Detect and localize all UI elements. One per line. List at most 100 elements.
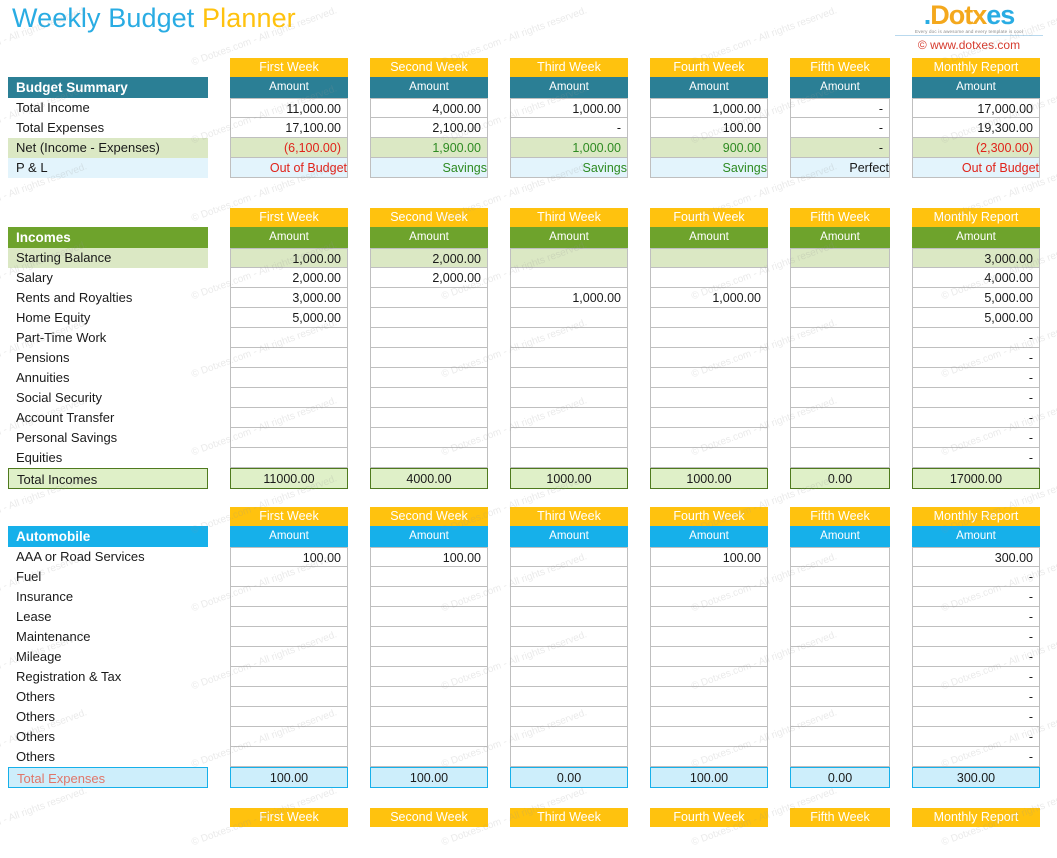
value-cell[interactable]: 3,000.00 bbox=[230, 288, 348, 308]
value-cell[interactable] bbox=[370, 647, 488, 667]
value-cell[interactable] bbox=[650, 388, 768, 408]
value-cell[interactable] bbox=[510, 587, 628, 607]
value-cell[interactable]: 11,000.00 bbox=[230, 98, 348, 118]
total-value-cell[interactable]: 300.00 bbox=[912, 767, 1040, 788]
value-cell[interactable]: 100.00 bbox=[650, 547, 768, 567]
value-cell[interactable]: 1,000.00 bbox=[510, 98, 628, 118]
value-cell[interactable] bbox=[790, 288, 890, 308]
value-cell[interactable] bbox=[650, 627, 768, 647]
value-cell[interactable] bbox=[370, 687, 488, 707]
value-cell[interactable] bbox=[790, 727, 890, 747]
value-cell[interactable] bbox=[790, 667, 890, 687]
value-cell[interactable]: - bbox=[912, 408, 1040, 428]
value-cell[interactable] bbox=[790, 567, 890, 587]
value-cell[interactable] bbox=[370, 727, 488, 747]
total-value-cell[interactable]: 0.00 bbox=[790, 468, 890, 489]
value-cell[interactable] bbox=[230, 747, 348, 767]
value-cell[interactable] bbox=[510, 647, 628, 667]
value-cell[interactable] bbox=[510, 268, 628, 288]
value-cell[interactable]: - bbox=[912, 388, 1040, 408]
value-cell[interactable] bbox=[230, 587, 348, 607]
value-cell[interactable] bbox=[510, 727, 628, 747]
value-cell[interactable]: 1,000.00 bbox=[650, 98, 768, 118]
value-cell[interactable]: 300.00 bbox=[912, 547, 1040, 567]
value-cell[interactable]: - bbox=[912, 567, 1040, 587]
value-cell[interactable] bbox=[230, 627, 348, 647]
value-cell[interactable] bbox=[510, 308, 628, 328]
value-cell[interactable] bbox=[790, 348, 890, 368]
value-cell[interactable] bbox=[650, 268, 768, 288]
value-cell[interactable]: 4,000.00 bbox=[912, 268, 1040, 288]
value-cell[interactable]: - bbox=[912, 707, 1040, 727]
value-cell[interactable] bbox=[230, 567, 348, 587]
total-value-cell[interactable]: 100.00 bbox=[230, 767, 348, 788]
value-cell[interactable] bbox=[230, 348, 348, 368]
value-cell[interactable] bbox=[650, 707, 768, 727]
value-cell[interactable] bbox=[510, 368, 628, 388]
value-cell[interactable] bbox=[510, 248, 628, 268]
value-cell[interactable] bbox=[230, 607, 348, 627]
value-cell[interactable]: Savings bbox=[370, 158, 488, 178]
value-cell[interactable]: 17,000.00 bbox=[912, 98, 1040, 118]
value-cell[interactable] bbox=[790, 587, 890, 607]
value-cell[interactable]: - bbox=[912, 647, 1040, 667]
value-cell[interactable]: - bbox=[912, 667, 1040, 687]
value-cell[interactable] bbox=[510, 667, 628, 687]
value-cell[interactable] bbox=[650, 328, 768, 348]
value-cell[interactable]: 100.00 bbox=[650, 118, 768, 138]
value-cell[interactable] bbox=[230, 408, 348, 428]
value-cell[interactable]: 100.00 bbox=[370, 547, 488, 567]
value-cell[interactable] bbox=[370, 667, 488, 687]
value-cell[interactable]: - bbox=[912, 428, 1040, 448]
value-cell[interactable]: 1,000.00 bbox=[230, 248, 348, 268]
value-cell[interactable] bbox=[230, 687, 348, 707]
value-cell[interactable] bbox=[650, 587, 768, 607]
value-cell[interactable]: - bbox=[912, 448, 1040, 468]
total-value-cell[interactable]: 1000.00 bbox=[510, 468, 628, 489]
value-cell[interactable]: - bbox=[912, 368, 1040, 388]
value-cell[interactable] bbox=[650, 667, 768, 687]
value-cell[interactable] bbox=[370, 607, 488, 627]
value-cell[interactable] bbox=[370, 627, 488, 647]
value-cell[interactable] bbox=[790, 248, 890, 268]
value-cell[interactable]: - bbox=[912, 587, 1040, 607]
total-value-cell[interactable]: 100.00 bbox=[370, 767, 488, 788]
value-cell[interactable] bbox=[510, 687, 628, 707]
value-cell[interactable] bbox=[230, 727, 348, 747]
value-cell[interactable]: - bbox=[790, 118, 890, 138]
value-cell[interactable] bbox=[370, 368, 488, 388]
value-cell[interactable] bbox=[790, 607, 890, 627]
value-cell[interactable] bbox=[230, 328, 348, 348]
value-cell[interactable] bbox=[510, 348, 628, 368]
value-cell[interactable] bbox=[790, 388, 890, 408]
value-cell[interactable] bbox=[510, 547, 628, 567]
value-cell[interactable]: Savings bbox=[510, 158, 628, 178]
value-cell[interactable] bbox=[230, 667, 348, 687]
value-cell[interactable]: 1,900.00 bbox=[370, 138, 488, 158]
value-cell[interactable] bbox=[650, 647, 768, 667]
value-cell[interactable]: - bbox=[510, 118, 628, 138]
value-cell[interactable] bbox=[510, 388, 628, 408]
value-cell[interactable] bbox=[790, 368, 890, 388]
value-cell[interactable] bbox=[370, 448, 488, 468]
value-cell[interactable]: - bbox=[790, 98, 890, 118]
value-cell[interactable] bbox=[790, 448, 890, 468]
value-cell[interactable] bbox=[370, 308, 488, 328]
value-cell[interactable] bbox=[510, 747, 628, 767]
value-cell[interactable]: 2,100.00 bbox=[370, 118, 488, 138]
value-cell[interactable] bbox=[790, 408, 890, 428]
value-cell[interactable] bbox=[230, 428, 348, 448]
value-cell[interactable] bbox=[650, 368, 768, 388]
value-cell[interactable] bbox=[370, 428, 488, 448]
value-cell[interactable]: 2,000.00 bbox=[230, 268, 348, 288]
value-cell[interactable] bbox=[650, 448, 768, 468]
value-cell[interactable]: 1,000.00 bbox=[650, 288, 768, 308]
value-cell[interactable] bbox=[790, 268, 890, 288]
value-cell[interactable]: 5,000.00 bbox=[912, 308, 1040, 328]
value-cell[interactable]: 1,000.00 bbox=[510, 138, 628, 158]
value-cell[interactable] bbox=[650, 727, 768, 747]
value-cell[interactable] bbox=[510, 408, 628, 428]
value-cell[interactable]: 5,000.00 bbox=[230, 308, 348, 328]
value-cell[interactable] bbox=[510, 328, 628, 348]
value-cell[interactable]: Perfect bbox=[790, 158, 890, 178]
